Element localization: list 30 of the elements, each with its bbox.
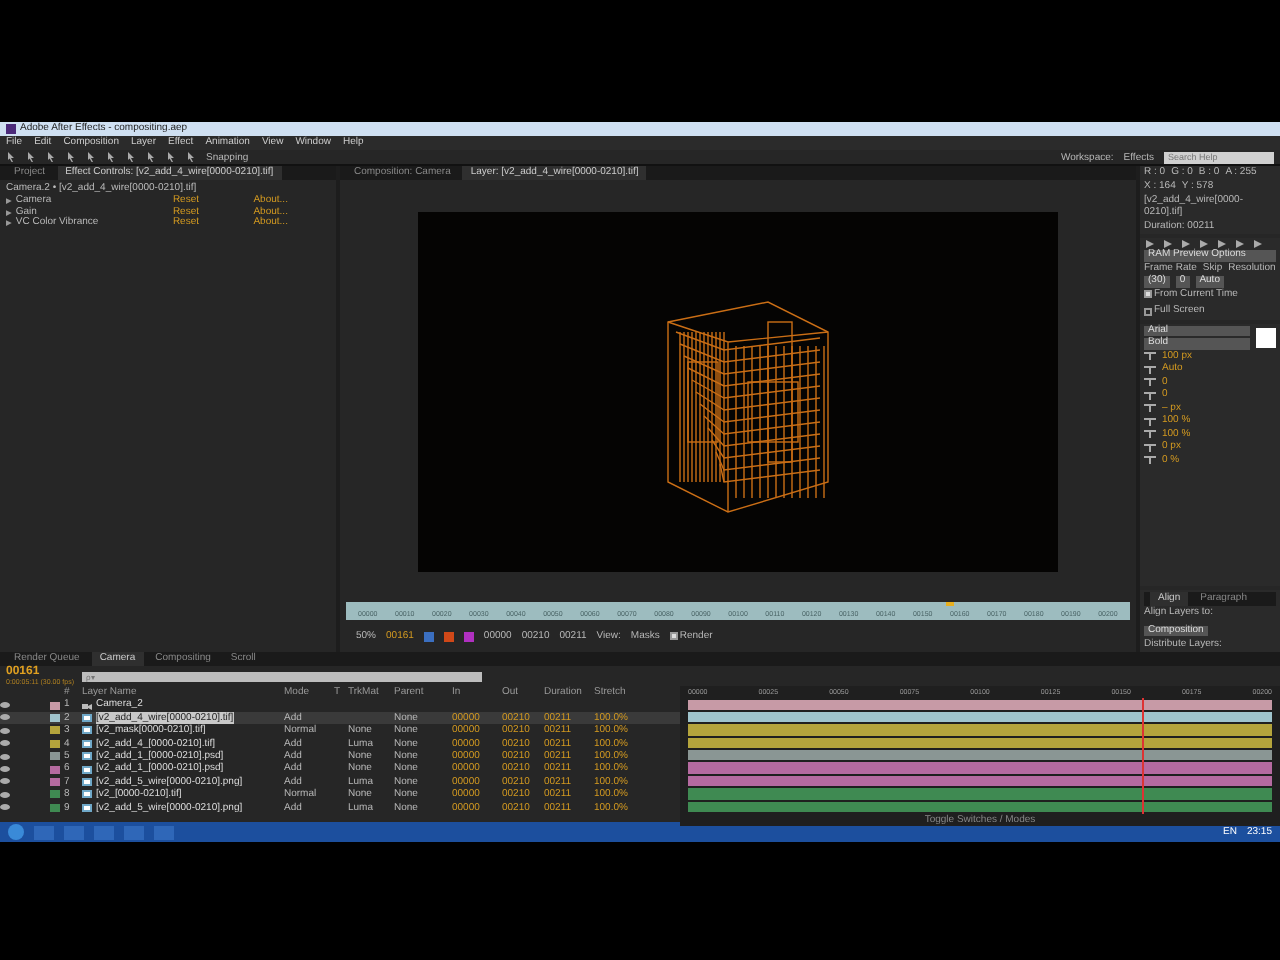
label-swatch[interactable] xyxy=(50,803,60,812)
layer-duration-bar[interactable] xyxy=(688,801,1272,813)
fill-color-swatch[interactable] xyxy=(1256,327,1276,347)
label-swatch[interactable] xyxy=(50,790,60,799)
label-swatch[interactable] xyxy=(50,765,60,774)
footage-icon xyxy=(82,713,92,722)
label-swatch[interactable] xyxy=(50,739,60,748)
checkbox[interactable] xyxy=(1144,307,1152,316)
label-swatch[interactable] xyxy=(50,726,60,735)
footage-icon xyxy=(82,790,92,799)
layer-duration-bar[interactable] xyxy=(688,775,1272,787)
label-swatch[interactable] xyxy=(50,701,60,710)
label-swatch[interactable] xyxy=(50,752,60,761)
label-swatch[interactable] xyxy=(50,713,60,722)
label-swatch[interactable] xyxy=(50,777,60,786)
footage-icon xyxy=(82,752,92,761)
start-button[interactable] xyxy=(8,824,24,840)
footage-icon xyxy=(82,777,92,786)
footage-icon xyxy=(82,726,92,735)
layer-duration-bar[interactable] xyxy=(688,750,1272,761)
camera-icon xyxy=(82,701,92,710)
checkbox[interactable] xyxy=(669,632,678,640)
layer-duration-bar[interactable] xyxy=(688,699,1272,710)
app-icon xyxy=(6,124,16,134)
footage-icon xyxy=(82,739,92,748)
footage-icon xyxy=(82,765,92,774)
layer-duration-bar[interactable] xyxy=(688,737,1272,749)
checkbox[interactable] xyxy=(1144,290,1152,299)
footage-icon xyxy=(82,803,92,812)
layer-duration-bar[interactable] xyxy=(688,711,1272,723)
